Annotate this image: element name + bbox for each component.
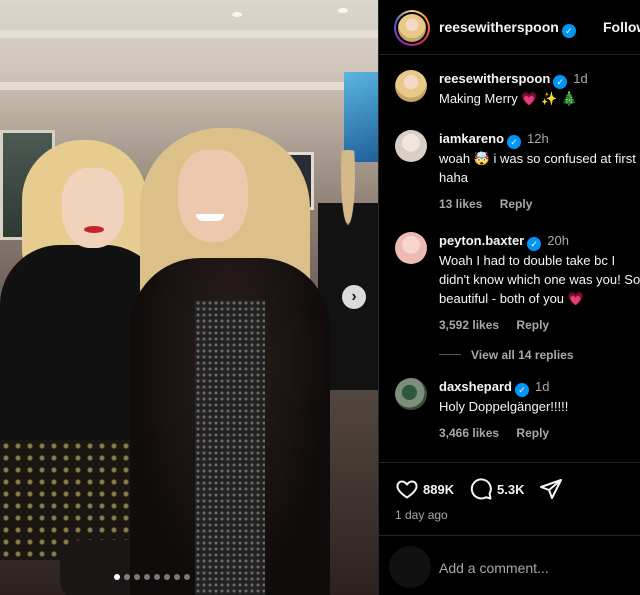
comment-time: 12h — [527, 131, 549, 146]
verified-icon: ✓ — [561, 24, 576, 38]
carousel-dots — [114, 574, 190, 580]
avatar[interactable] — [395, 378, 427, 410]
comment-button[interactable]: 5.3K — [469, 477, 524, 501]
comment-likes[interactable]: 3,592 likes — [439, 318, 499, 332]
ceiling-beam — [0, 30, 378, 38]
carousel-dot[interactable] — [184, 574, 190, 580]
carousel-dot[interactable] — [154, 574, 160, 580]
post-actions: 889K 5.3K 1 day ago — [379, 462, 640, 595]
ceiling — [0, 0, 378, 120]
like-button[interactable]: 889K — [395, 477, 454, 501]
carousel-dot[interactable] — [164, 574, 170, 580]
share-button[interactable] — [539, 477, 563, 501]
verified-icon: ✓ — [507, 135, 522, 149]
carousel-dot[interactable] — [114, 574, 120, 580]
ceiling-light — [232, 12, 242, 17]
avatar[interactable] — [395, 232, 427, 264]
post-timestamp: 1 day ago — [395, 508, 448, 522]
person-right-smile — [196, 214, 224, 221]
caption-username[interactable]: reesewitherspoon — [439, 71, 550, 86]
person-right-face — [178, 150, 248, 242]
like-count: 889K — [423, 481, 455, 497]
divider — [439, 354, 461, 355]
ceiling-beam — [0, 82, 378, 90]
carousel-next-button[interactable]: › — [342, 285, 366, 309]
comment-text: Holy Doppelgänger!!!!! — [439, 399, 569, 414]
verified-icon: ✓ — [527, 237, 542, 251]
carousel-dot[interactable] — [134, 574, 140, 580]
post-header: reesewitherspoon✓ Follow — [379, 0, 640, 55]
comment-text: Woah I had to double take bc I didn't kn… — [439, 253, 640, 306]
story-ring[interactable] — [394, 10, 430, 46]
person-right-dress — [195, 300, 265, 595]
caption-text: Making Merry 💗 ✨ 🎄 — [439, 91, 578, 106]
comment-username[interactable]: peyton.baxter — [439, 233, 524, 248]
share-icon — [540, 479, 562, 499]
comment-likes[interactable]: 13 likes — [439, 197, 482, 211]
comment-text: woah 🤯 i was so confused at first haha — [439, 151, 636, 185]
reply-button[interactable]: Reply — [500, 197, 533, 211]
television — [344, 72, 378, 162]
reply-button[interactable]: Reply — [516, 318, 549, 332]
person-left-face — [62, 168, 124, 248]
heart-icon — [396, 480, 418, 499]
carousel-dot[interactable] — [174, 574, 180, 580]
reply-button[interactable]: Reply — [516, 426, 549, 440]
comment-username[interactable]: iamkareno — [439, 131, 504, 146]
comment-username[interactable]: daxshepard — [439, 379, 512, 394]
avatar — [389, 546, 431, 588]
verified-icon: ✓ — [514, 383, 529, 397]
avatar[interactable] — [395, 70, 427, 102]
carousel-dot[interactable] — [124, 574, 130, 580]
avatar — [398, 14, 426, 42]
comment-time: 20h — [547, 233, 569, 248]
comment-time: 1d — [534, 379, 550, 394]
comment-count: 5.3K — [497, 481, 525, 497]
caption-time: 1d — [573, 71, 588, 86]
header-username[interactable]: reesewitherspoon ✓ — [439, 19, 576, 38]
ceiling-light — [338, 8, 348, 13]
verified-icon: ✓ — [553, 75, 568, 89]
view-replies-button[interactable]: View all 14 replies — [439, 348, 574, 362]
person-left-lips — [84, 226, 104, 233]
post-side-panel: reesewitherspoon✓ Follow reesewitherspoo… — [378, 0, 640, 595]
comment-likes[interactable]: 3,466 likes — [439, 426, 499, 440]
add-comment-input[interactable] — [439, 560, 629, 576]
avatar[interactable] — [395, 130, 427, 162]
comment-icon — [470, 478, 492, 500]
carousel-dot[interactable] — [144, 574, 150, 580]
post-photo[interactable]: › — [0, 0, 378, 595]
add-comment-row — [379, 535, 640, 595]
follow-button[interactable]: Follow — [603, 19, 640, 35]
chevron-right-icon: › — [351, 288, 357, 305]
